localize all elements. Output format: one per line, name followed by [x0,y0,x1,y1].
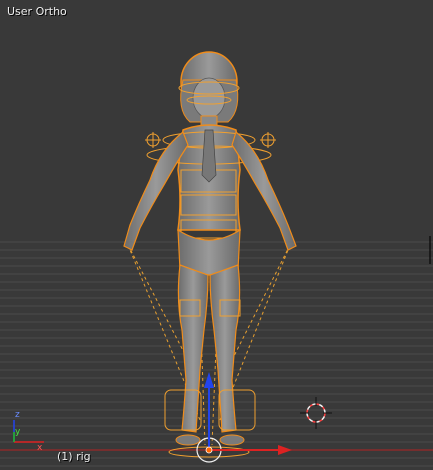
view-label: User Ortho [7,5,67,18]
manipulator-icon[interactable] [204,372,292,455]
axis-y-label: y [15,427,21,437]
axis-z-label: z [15,410,20,420]
active-object-label: (1) rig [57,450,91,463]
3d-viewport[interactable]: User Ortho (1) rig z y x [0,0,433,470]
viewport-canvas[interactable] [0,0,433,470]
axis-x-label: x [37,443,43,453]
